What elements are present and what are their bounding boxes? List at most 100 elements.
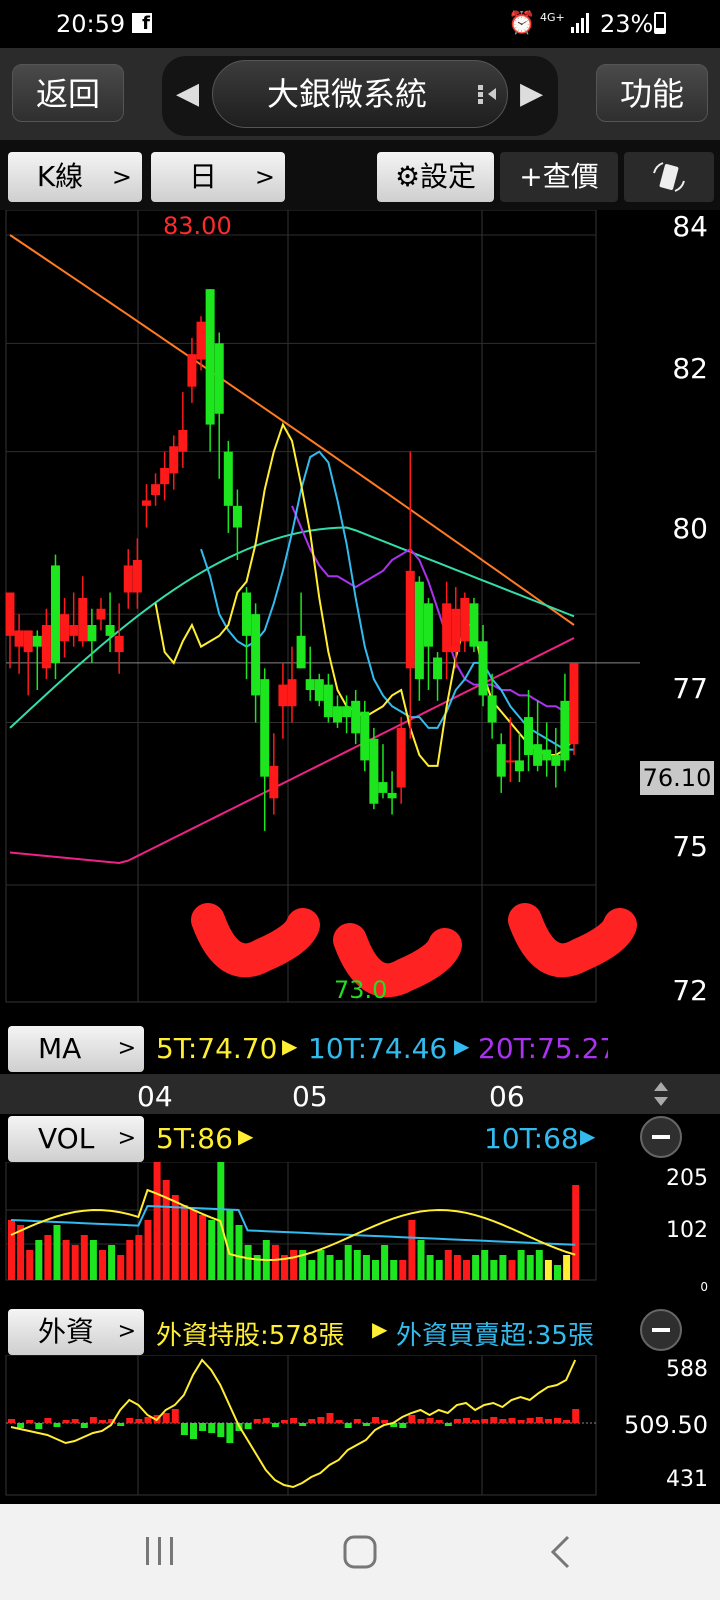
facebook-icon: f (132, 13, 152, 34)
foreign-flow-bar (135, 1419, 143, 1423)
candle (287, 679, 297, 707)
ma20-value: 20T:75.27 (478, 1032, 608, 1065)
foreign-label: 外資 (38, 1315, 95, 1348)
candle (178, 430, 188, 452)
candle (314, 679, 324, 701)
rotate-screen-button[interactable] (624, 152, 714, 202)
foreign-flow-bar (526, 1418, 534, 1423)
smile-annotation (333, 923, 462, 998)
flag-icon: ▶ (454, 1034, 470, 1058)
volume-bar (381, 1245, 389, 1280)
volume-bar (535, 1250, 543, 1280)
foreign-flow-bar (417, 1419, 425, 1423)
foreign-chart[interactable]: 588 509.50 431 (0, 1355, 720, 1503)
foreign-flow-bar (217, 1423, 225, 1437)
recent-apps-icon[interactable] (142, 1534, 178, 1568)
volume-bar (372, 1260, 379, 1280)
next-stock-icon[interactable]: ▶ (520, 76, 543, 111)
foreign-flow-bar (299, 1423, 307, 1426)
period-button[interactable]: 日 > (151, 152, 285, 202)
y-tick-label: 82 (672, 352, 708, 385)
candle (187, 354, 197, 387)
foreign-flow-bar (144, 1417, 152, 1423)
candle (60, 614, 70, 642)
collapse-foreign-button[interactable] (640, 1309, 682, 1351)
foreign-flow-bar (190, 1423, 197, 1439)
volume-bar (290, 1250, 298, 1280)
foreign-flow-bar (326, 1413, 334, 1423)
function-button[interactable]: 功能 (596, 64, 708, 122)
volume-bar (417, 1240, 425, 1280)
ma10-line (200, 450, 574, 751)
foreign-flow-bar (463, 1418, 470, 1423)
volume-bar (17, 1225, 25, 1280)
candle (478, 641, 488, 696)
volume-bar (526, 1255, 534, 1280)
volume-bar (126, 1240, 134, 1280)
foreign-button[interactable]: 外資 > (8, 1309, 144, 1355)
candle (560, 700, 570, 761)
volume-bar (26, 1250, 34, 1280)
quote-button[interactable]: +查價 (500, 152, 618, 202)
candle (69, 625, 79, 636)
current-price-label: 76.10 (640, 761, 714, 795)
kline-label: K線 (36, 160, 84, 193)
foreign-flow-bar (554, 1418, 561, 1423)
low-price-label: 73.0 (334, 976, 388, 1004)
back-nav-icon[interactable] (548, 1534, 574, 1570)
foreign-flow-bar (544, 1419, 552, 1423)
collapse-volume-button[interactable] (640, 1116, 682, 1158)
expand-icon[interactable] (652, 1080, 670, 1108)
foreign-flow-bar (26, 1420, 34, 1423)
foreign-flow-bar (572, 1409, 580, 1423)
settings-button[interactable]: ⚙設定 (377, 152, 494, 202)
foreign-flow-bar (508, 1418, 516, 1423)
ma5-value: 5T:74.70 (156, 1032, 278, 1065)
ma-button[interactable]: MA > (8, 1026, 144, 1072)
y-tick-label: 77 (672, 672, 708, 705)
candlestick-chart[interactable]: 84 82 80 77 75 72 83.00 73.0 (0, 210, 720, 1024)
volume-bar (508, 1260, 516, 1280)
candle (141, 500, 151, 506)
minus-icon (652, 1135, 670, 1139)
signal-icon (571, 13, 589, 33)
volume-chart[interactable]: 205 102 0 (0, 1162, 720, 1307)
home-icon[interactable] (342, 1534, 378, 1570)
vol-button[interactable]: VOL > (8, 1116, 144, 1162)
grip-icon[interactable] (476, 82, 500, 106)
candle (305, 679, 315, 690)
prev-stock-icon[interactable]: ◀ (176, 76, 199, 111)
y-tick-label: 102 (666, 1218, 708, 1243)
volume-bar (344, 1245, 352, 1280)
volume-bar (208, 1220, 216, 1280)
foreign-flow-bar (399, 1423, 407, 1428)
ma-label: MA (38, 1032, 82, 1065)
kline-button[interactable]: K線 > (8, 152, 142, 202)
foreign-flow-bar (53, 1423, 61, 1427)
candle (405, 570, 415, 669)
y-tick-label: 431 (666, 1467, 708, 1492)
volume-bar (235, 1225, 243, 1280)
volume-bar (135, 1235, 143, 1280)
volume-bar (44, 1235, 52, 1280)
volume-bar (53, 1225, 61, 1280)
candle (451, 608, 461, 653)
foreign-flow-bar (372, 1417, 379, 1423)
vol-ma10-value: 10T:68 (484, 1122, 579, 1155)
candle (23, 630, 33, 653)
foreign-flow-bar (162, 1413, 170, 1423)
foreign-flow-bar (481, 1419, 489, 1423)
foreign-flow-bar (453, 1419, 461, 1423)
stock-title: 大銀微系統 (266, 75, 427, 113)
foreign-flow-bar (290, 1418, 298, 1423)
foreign-flow-bar (499, 1419, 507, 1423)
foreign-flow-bar (563, 1420, 571, 1423)
foreign-flow-bar (262, 1418, 270, 1423)
candle (342, 706, 352, 718)
ma-long-line (9, 234, 575, 626)
foreign-flow-bar (253, 1419, 261, 1423)
foreign-flow-bar (535, 1417, 543, 1423)
back-button[interactable]: 返回 (12, 64, 124, 122)
candle (223, 451, 233, 506)
date-label: 06 (489, 1080, 525, 1113)
